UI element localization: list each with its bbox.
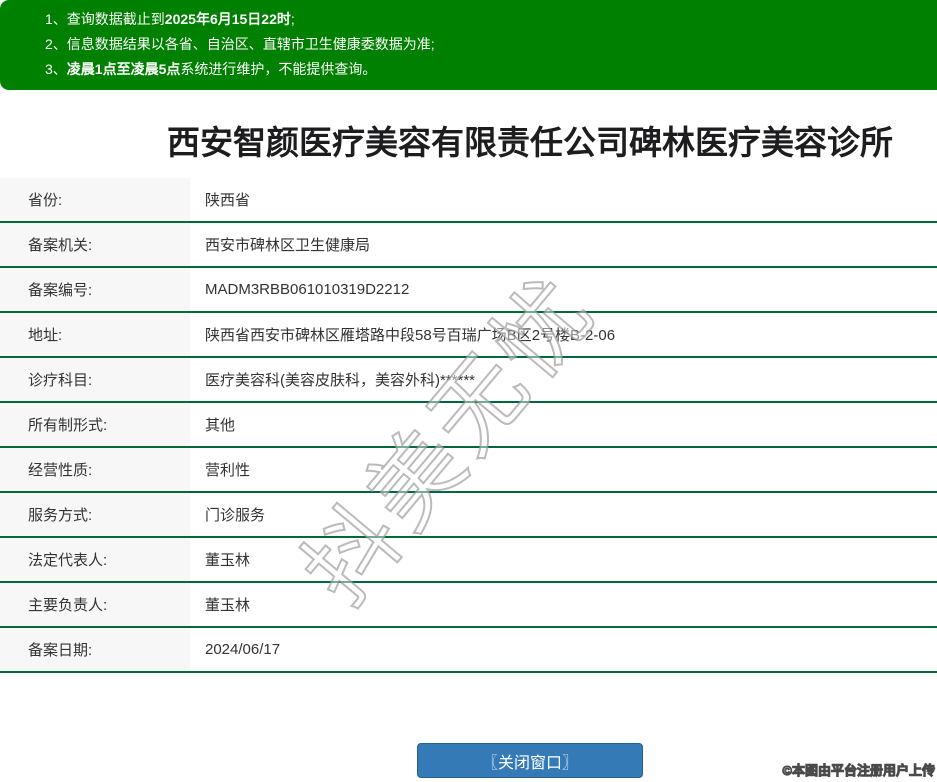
row-label: 诊疗科目: <box>0 358 190 401</box>
row-value: MADM3RBB061010319D2212 <box>205 281 410 298</box>
row-value: 西安市碑林区卫生健康局 <box>205 237 371 254</box>
row-value: 董玉林 <box>205 552 251 569</box>
notice-text: 2、信息数据结果以各省、自治区、直辖市卫生健康委数据为准; <box>45 36 435 52</box>
info-table: 省份: 陕西省 备案机关: 西安市碑林区卫生健康局 备案编号: MADM3RBB06101… <box>0 178 937 673</box>
query-result-page: 1、查询数据截止到2025年6月15日22时; 2、信息数据结果以各省、自治区、… <box>0 0 937 782</box>
row-label: 所有制形式: <box>0 403 190 446</box>
table-row: 经营性质: 营利性 <box>0 448 937 493</box>
table-row: 备案编号: MADM3RBB061010319D2212 <box>0 268 937 313</box>
notice-line-2: 2、信息数据结果以各省、自治区、直辖市卫生健康委数据为准; <box>45 32 937 57</box>
notice-line-3: 3、凌晨1点至凌晨5点系统进行维护，不能提供查询。 <box>45 57 937 82</box>
content-container: 1、查询数据截止到2025年6月15日22时; 2、信息数据结果以各省、自治区、… <box>0 0 937 778</box>
notice-banner: 1、查询数据截止到2025年6月15日22时; 2、信息数据结果以各省、自治区、… <box>0 0 937 90</box>
notice-line-1: 1、查询数据截止到2025年6月15日22时; <box>45 7 937 32</box>
row-value: 门诊服务 <box>205 507 266 524</box>
notice-text: 1、查询数据截止到 <box>45 11 165 27</box>
row-value: 董玉林 <box>205 597 251 614</box>
notice-text: ; <box>290 11 295 27</box>
notice-bold-date: 2025年6月15日22时 <box>164 11 291 27</box>
table-row: 法定代表人: 董玉林 <box>0 538 937 583</box>
table-row: 省份: 陕西省 <box>0 178 937 223</box>
table-row: 所有制形式: 其他 <box>0 403 937 448</box>
table-row: 地址: 陕西省西安市碑林区雁塔路中段58号百瑞广场B区2号楼B-2-06 <box>0 313 937 358</box>
page-title: 西安智颜医疗美容有限责任公司碑林医疗美容诊所 <box>167 124 893 161</box>
table-row: 备案日期: 2024/06/17 <box>0 628 937 673</box>
table-row: 备案机关: 西安市碑林区卫生健康局 <box>0 223 937 268</box>
notice-bold-maintenance-hours: 凌晨1点至凌晨5点 <box>66 61 181 77</box>
table-row: 服务方式: 门诊服务 <box>0 493 937 538</box>
row-label: 地址: <box>0 313 190 356</box>
row-value: 陕西省 <box>205 192 251 209</box>
row-label: 经营性质: <box>0 448 190 491</box>
table-row: 诊疗科目: 医疗美容科(美容皮肤科，美容外科)****** <box>0 358 937 403</box>
row-value: 其他 <box>205 417 236 434</box>
row-value: 陕西省西安市碑林区雁塔路中段58号百瑞广场B区2号楼B-2-06 <box>205 327 616 344</box>
row-value: 医疗美容科(美容皮肤科，美容外科)****** <box>205 372 476 389</box>
upload-credit-watermark: ©本图由平台注册用户上传 <box>782 763 936 779</box>
notice-text: 3、 <box>45 61 67 77</box>
table-row: 主要负责人: 董玉林 <box>0 583 937 628</box>
row-label: 法定代表人: <box>0 538 190 581</box>
row-label: 省份: <box>0 178 190 221</box>
notice-text: 系统进行维护，不能提供查询。 <box>180 61 377 77</box>
row-label: 备案日期: <box>0 628 190 671</box>
row-label: 备案机关: <box>0 223 190 266</box>
row-value: 营利性 <box>205 462 251 479</box>
row-value: 2024/06/17 <box>205 641 281 658</box>
close-window-button[interactable]: 〖关闭窗口〗 <box>417 743 643 778</box>
row-label: 主要负责人: <box>0 583 190 626</box>
row-label: 备案编号: <box>0 268 190 311</box>
row-label: 服务方式: <box>0 493 190 536</box>
